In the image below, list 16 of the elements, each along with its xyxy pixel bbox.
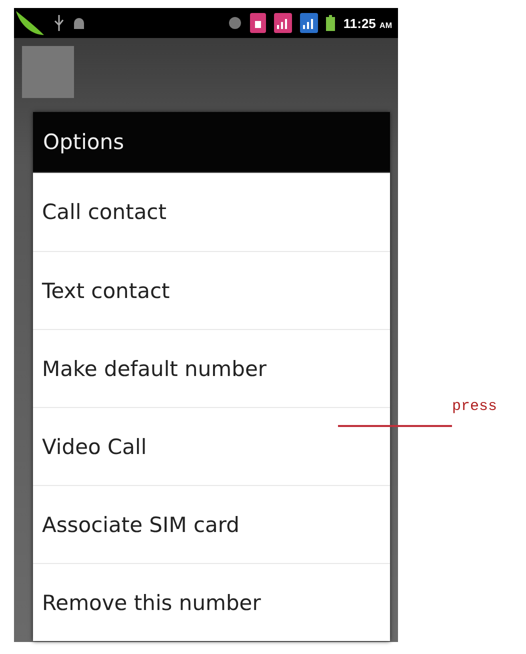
- menu-item[interactable]: Remove this number: [33, 563, 390, 641]
- leaf-icon: [14, 9, 46, 37]
- battery-icon: [326, 15, 336, 31]
- menu-item[interactable]: Video Call: [33, 407, 390, 485]
- dialog-title: Options: [33, 112, 390, 173]
- sim-icon: [250, 13, 266, 33]
- usb-icon: [54, 15, 64, 31]
- clock: 11:25 AM: [343, 16, 392, 30]
- menu-item[interactable]: Make default number: [33, 329, 390, 407]
- menu-item[interactable]: Text contact: [33, 251, 390, 329]
- signal-icon: [274, 13, 292, 33]
- annotation-label: press: [452, 398, 498, 415]
- signal-icon: [300, 13, 318, 33]
- menu-item[interactable]: Call contact: [33, 173, 390, 251]
- contact-photo: [22, 46, 74, 98]
- menu-item[interactable]: Associate SIM card: [33, 485, 390, 563]
